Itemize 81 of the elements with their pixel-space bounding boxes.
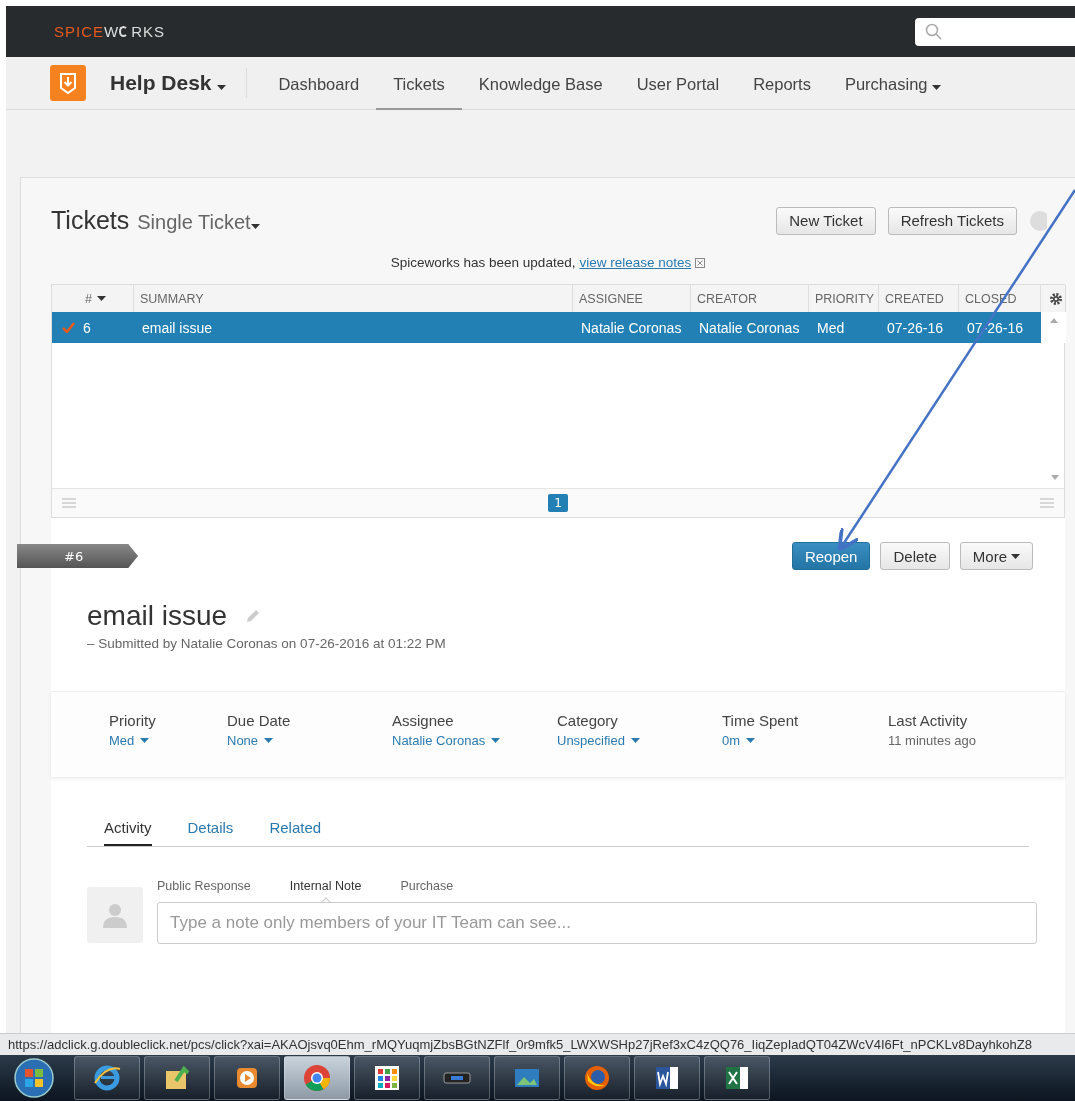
note-input[interactable]: Type a note only members of your IT Team can see... bbox=[157, 902, 1037, 944]
page-title: Tickets bbox=[51, 206, 130, 235]
tab[interactable]: Related bbox=[269, 819, 322, 846]
ticket-number-tag: #6 bbox=[17, 544, 138, 568]
caret-icon bbox=[264, 738, 274, 743]
table-cell-text: 07-26-16 bbox=[886, 319, 945, 336]
field-dropdown[interactable]: None bbox=[227, 733, 274, 748]
nav-tab[interactable]: Purchasing bbox=[827, 58, 959, 111]
drag-handle-icon[interactable] bbox=[62, 498, 76, 508]
action-button[interactable]: Reopen bbox=[791, 542, 871, 570]
search-field[interactable] bbox=[915, 17, 1075, 46]
field-label: Assignee bbox=[392, 712, 455, 729]
field-dropdown[interactable]: 0m bbox=[722, 733, 756, 748]
search-icon bbox=[925, 22, 943, 41]
status-url: https://adclick.g.doubleclick.net/pcs/click?xai=AKAOjsvq0Ehm_rMQYuqmjZbsBGtNZFlf_0r9mfk5_LWXWSHp27jRef3xC4zQQ76_IiqZepIadQT04ZWcV4I6Ft_nPCKLv8DayhkohZ8 bbox=[0, 1033, 1075, 1055]
app-menu[interactable]: Help Desk bbox=[110, 71, 227, 95]
help-desk-logo-icon bbox=[50, 65, 86, 101]
table-cell-text: Natalie Coronas bbox=[698, 319, 801, 336]
drag-handle-icon[interactable] bbox=[1040, 498, 1054, 508]
caret-icon bbox=[96, 296, 106, 301]
table-cell: 6 bbox=[52, 319, 134, 336]
logo: SPICEW RKS bbox=[54, 23, 166, 40]
taskbar-button[interactable] bbox=[144, 1056, 210, 1100]
taskbar-button[interactable] bbox=[214, 1056, 280, 1100]
taskbar-button[interactable] bbox=[74, 1056, 140, 1100]
caret-icon bbox=[491, 738, 501, 743]
nav-tab[interactable]: Reports bbox=[736, 58, 828, 111]
firefox-icon bbox=[582, 1063, 612, 1093]
field-label: Last Activity bbox=[888, 712, 969, 729]
column-header[interactable]: ASSIGNEE bbox=[573, 285, 691, 312]
field-dropdown[interactable]: Unspecified bbox=[557, 733, 640, 748]
note-tab[interactable]: Public Response bbox=[157, 879, 251, 902]
nav-tab[interactable]: Dashboard bbox=[261, 58, 377, 111]
settings-icon[interactable] bbox=[1049, 291, 1063, 306]
tab[interactable]: Activity bbox=[104, 819, 152, 846]
field-label: Category bbox=[557, 712, 619, 729]
submitted-info: – Submitted by Natalie Coronas on 07-26-2016 at 01:22 PM bbox=[86, 635, 447, 651]
column-header[interactable]: CREATED bbox=[879, 285, 959, 312]
column-header[interactable]: SUMMARY bbox=[134, 285, 573, 312]
caret-icon bbox=[217, 85, 227, 90]
nav-tab[interactable]: User Portal bbox=[619, 58, 737, 111]
taskbar-button[interactable] bbox=[354, 1056, 420, 1100]
ticket-row[interactable]: 6 email issue Natalie Coronas Natalie Coronas Med 07-26-16 07-26-16 bbox=[52, 312, 1064, 343]
field-dropdown[interactable]: Med bbox=[109, 733, 150, 748]
taskbar-button[interactable] bbox=[634, 1056, 700, 1100]
release-notes-link[interactable]: view release notes bbox=[579, 255, 692, 270]
toolbar-button[interactable]: New Ticket bbox=[776, 206, 876, 235]
action-button[interactable]: More bbox=[959, 542, 1033, 570]
table-cell-text: Natalie Coronas bbox=[580, 319, 683, 336]
note-tab[interactable]: Purchase bbox=[400, 879, 454, 902]
field-dropdown[interactable]: Natalie Coronas bbox=[392, 733, 501, 748]
page-button[interactable]: 1 bbox=[548, 494, 568, 512]
table-cell-text: email issue bbox=[141, 319, 214, 336]
caret-icon bbox=[1011, 553, 1020, 559]
tab[interactable]: Details bbox=[187, 819, 234, 846]
view-selector[interactable]: Single Ticket bbox=[137, 211, 260, 234]
action-button[interactable]: Delete bbox=[880, 542, 950, 570]
column-header[interactable]: # bbox=[52, 285, 134, 312]
field-label: Time Spent bbox=[722, 712, 800, 729]
nav-tab[interactable]: Knowledge Base bbox=[461, 58, 620, 111]
field-label: Due Date bbox=[227, 712, 292, 729]
caret-icon bbox=[140, 738, 150, 743]
taskbar-button[interactable] bbox=[494, 1056, 560, 1100]
column-header[interactable]: CREATOR bbox=[691, 285, 809, 312]
chrome-browser-icon bbox=[302, 1063, 332, 1093]
browser-e-icon bbox=[92, 1063, 122, 1093]
person-icon bbox=[101, 901, 129, 929]
table-cell-text: 07-26-16 bbox=[966, 319, 1025, 336]
caret-icon bbox=[746, 738, 756, 743]
field-label: Priority bbox=[109, 712, 157, 729]
table-cell-text: Med bbox=[816, 319, 846, 336]
taskbar-button[interactable] bbox=[704, 1056, 770, 1100]
caret-icon bbox=[630, 738, 640, 743]
activity-time: 11 minutes ago bbox=[888, 733, 976, 748]
ticket-title: email issue bbox=[87, 600, 228, 632]
caret-icon bbox=[250, 224, 260, 229]
toolbar-button[interactable]: Refresh Tickets bbox=[887, 206, 1017, 235]
update-notice: Spiceworks has been updated, bbox=[390, 255, 576, 270]
column-header[interactable]: PRIORITY bbox=[809, 285, 879, 312]
tiles-icon bbox=[372, 1063, 402, 1093]
close-icon[interactable] bbox=[695, 257, 706, 268]
